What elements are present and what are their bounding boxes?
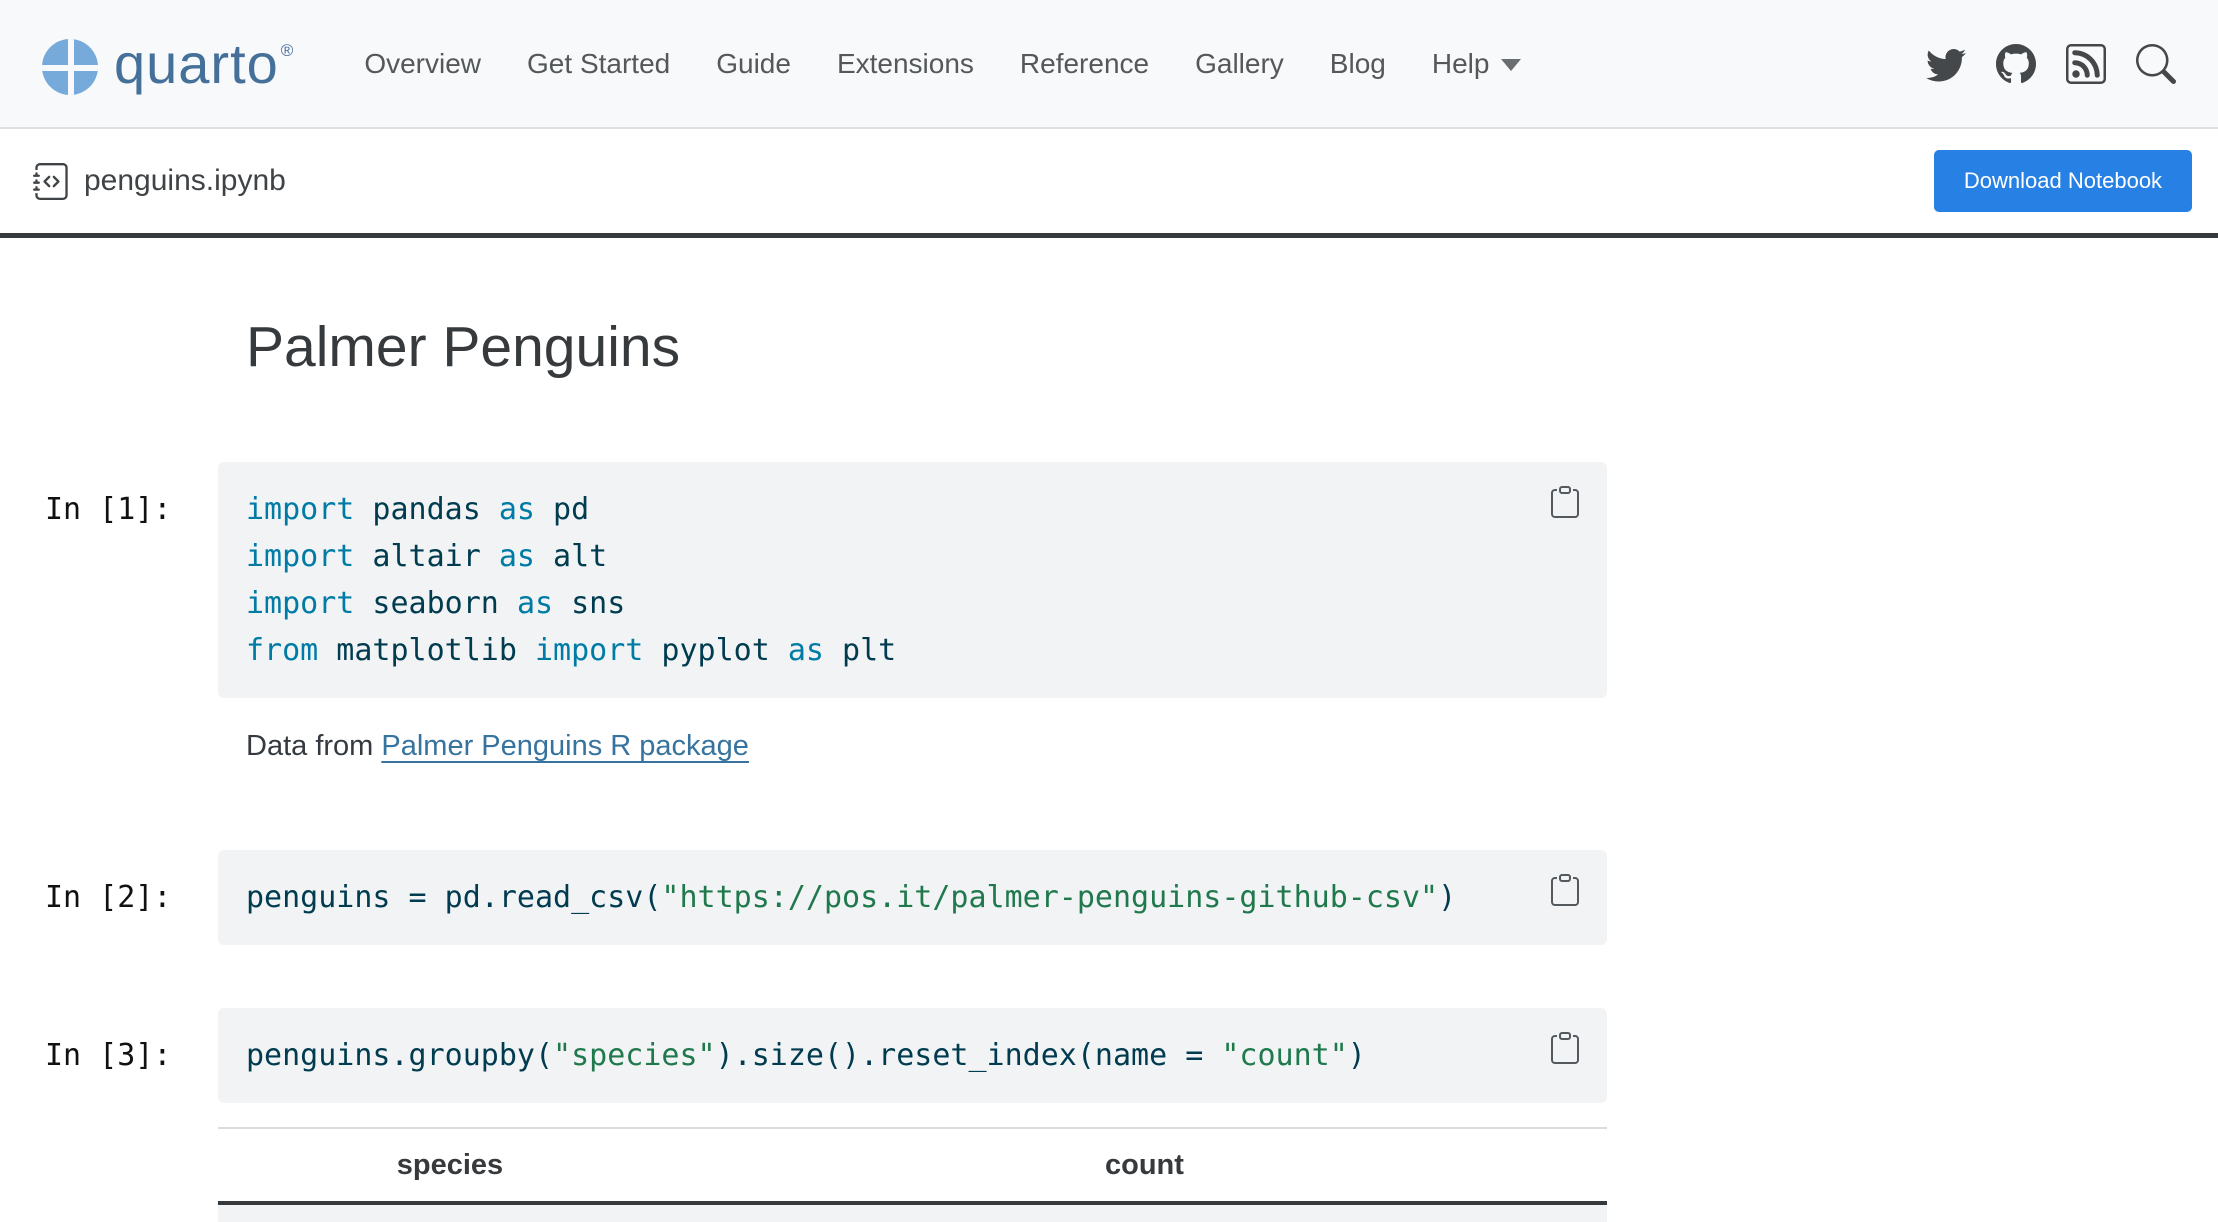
data-source-paragraph: Data from Palmer Penguins R package [246, 726, 2218, 766]
registered-mark: ® [281, 41, 294, 61]
github-icon[interactable] [1996, 44, 2036, 84]
notebook-header-bar: penguins.ipynb Download Notebook [0, 129, 2218, 238]
journal-code-icon [33, 163, 70, 200]
nav-link-guide[interactable]: Guide [693, 48, 814, 80]
twitter-icon[interactable] [1926, 44, 1966, 84]
nav-link-help[interactable]: Help [1409, 48, 1545, 80]
palmer-penguins-link[interactable]: Palmer Penguins R package [381, 730, 749, 762]
cell-execution-label: In [2]: [45, 874, 171, 921]
quarto-logo[interactable]: quarto ® [42, 33, 293, 95]
nav-link-gallery[interactable]: Gallery [1172, 48, 1307, 80]
code-block: penguins.groupby("species").size().reset… [246, 1032, 1579, 1079]
code-cell-3: In [3]: penguins.groupby("species").size… [218, 1008, 1607, 1103]
table-header-row: species count [218, 1128, 1607, 1203]
notebook-content: Palmer Penguins In [1]: import pandas as… [0, 238, 2218, 1222]
top-navbar: quarto ® Overview Get Started Guide Exte… [0, 0, 2218, 129]
table-row [218, 1203, 1607, 1222]
search-icon[interactable] [2136, 44, 2176, 84]
nav-link-reference[interactable]: Reference [997, 48, 1172, 80]
copy-to-clipboard-icon[interactable] [1549, 872, 1581, 908]
code-cell-2: In [2]: penguins = pd.read_csv("https://… [218, 850, 1607, 945]
download-notebook-button[interactable]: Download Notebook [1934, 150, 2192, 212]
navbar-tools [1926, 44, 2176, 84]
nav-link-extensions[interactable]: Extensions [814, 48, 997, 80]
code-block: penguins = pd.read_csv("https://pos.it/p… [246, 874, 1579, 921]
nav-link-blog[interactable]: Blog [1307, 48, 1409, 80]
page-title: Palmer Penguins [246, 310, 2218, 384]
cell-execution-label: In [3]: [45, 1032, 171, 1079]
chevron-down-icon [1501, 59, 1521, 71]
nav-link-help-label: Help [1432, 48, 1490, 79]
quarto-logo-icon [42, 39, 98, 95]
notebook-filename: penguins.ipynb [84, 164, 286, 198]
table-header-species: species [218, 1128, 682, 1203]
nav-link-get-started[interactable]: Get Started [504, 48, 693, 80]
paragraph-text: Data from [246, 730, 381, 762]
code-cell-1: In [1]: import pandas as pdimport altair… [218, 462, 1607, 698]
copy-to-clipboard-icon[interactable] [1549, 1030, 1581, 1066]
table-header-count: count [682, 1128, 1607, 1203]
code-block: import pandas as pdimport altair as alti… [246, 486, 1579, 674]
nav-link-overview[interactable]: Overview [341, 48, 504, 80]
species-count-table: species count [218, 1127, 1607, 1222]
copy-to-clipboard-icon[interactable] [1549, 484, 1581, 520]
cell-execution-label: In [1]: [45, 486, 171, 533]
notebook-file-label: penguins.ipynb [33, 163, 286, 200]
brand-name: quarto [114, 33, 279, 95]
main-navigation: Overview Get Started Guide Extensions Re… [341, 48, 1544, 80]
rss-icon[interactable] [2066, 44, 2106, 84]
